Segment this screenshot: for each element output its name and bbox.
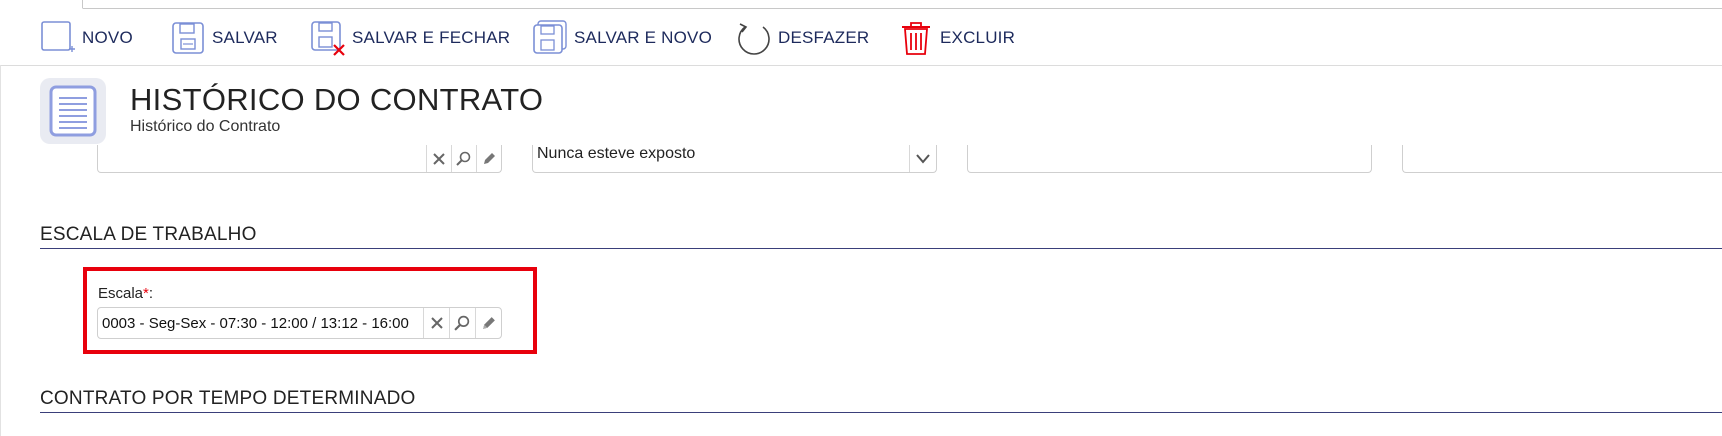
exposure-select-value: Nunca esteve exposto: [537, 145, 696, 162]
save-new-label: SALVAR E NOVO: [574, 27, 713, 47]
save-button[interactable]: SALVAR: [168, 10, 278, 65]
floppy-disk-icon: [168, 18, 208, 58]
top-tab-strip: [0, 0, 1722, 9]
save-close-label: SALVAR E FECHAR: [352, 27, 511, 47]
section-title-contrato: CONTRATO POR TEMPO DETERMINADO: [40, 388, 416, 409]
escala-field: [97, 307, 502, 339]
page-subtitle: Histórico do Contrato: [130, 118, 281, 135]
exposure-select[interactable]: Nunca esteve exposto: [532, 145, 937, 173]
save-close-icon: [308, 18, 348, 58]
delete-label: EXCLUIR: [940, 27, 1016, 47]
pencil-icon[interactable]: [475, 308, 501, 338]
escala-label: Escala*:: [98, 285, 154, 302]
magnifier-icon[interactable]: [451, 145, 476, 172]
document-list-icon: [40, 78, 106, 144]
trash-icon: [896, 18, 936, 58]
undo-label: DESFAZER: [778, 27, 870, 47]
section-divider-escala: [40, 248, 1722, 249]
new-label: NOVO: [82, 27, 133, 47]
pencil-icon[interactable]: [476, 145, 501, 172]
page-title: HISTÓRICO DO CONTRATO: [130, 82, 544, 117]
save-new-icon: [530, 18, 570, 58]
new-button[interactable]: NOVO: [38, 10, 133, 65]
magnifier-icon[interactable]: [449, 308, 475, 338]
toolbar: NOVO SALVAR SALVAR E FECHAR SALVAR E NOV…: [0, 10, 1722, 66]
lookup-field-clipped[interactable]: [97, 145, 502, 173]
save-close-button[interactable]: SALVAR E FECHAR: [308, 10, 510, 65]
escala-input[interactable]: [98, 308, 424, 338]
new-document-icon: [38, 18, 78, 58]
save-label: SALVAR: [212, 27, 278, 47]
clear-x-icon[interactable]: [423, 308, 449, 338]
text-field-clipped[interactable]: [967, 145, 1372, 173]
section-divider-contrato: [40, 412, 1722, 413]
undo-icon: [734, 18, 774, 58]
left-border: [0, 65, 1, 436]
section-title-escala: ESCALA DE TRABALHO: [40, 224, 257, 245]
save-new-button[interactable]: SALVAR E NOVO: [530, 10, 712, 65]
undo-button[interactable]: DESFAZER: [734, 10, 869, 65]
active-tab[interactable]: [0, 0, 83, 9]
text-field-clipped-right[interactable]: [1402, 145, 1722, 173]
delete-button[interactable]: EXCLUIR: [896, 10, 1015, 65]
clear-x-icon[interactable]: [426, 145, 451, 172]
chevron-down-icon[interactable]: [909, 145, 936, 172]
